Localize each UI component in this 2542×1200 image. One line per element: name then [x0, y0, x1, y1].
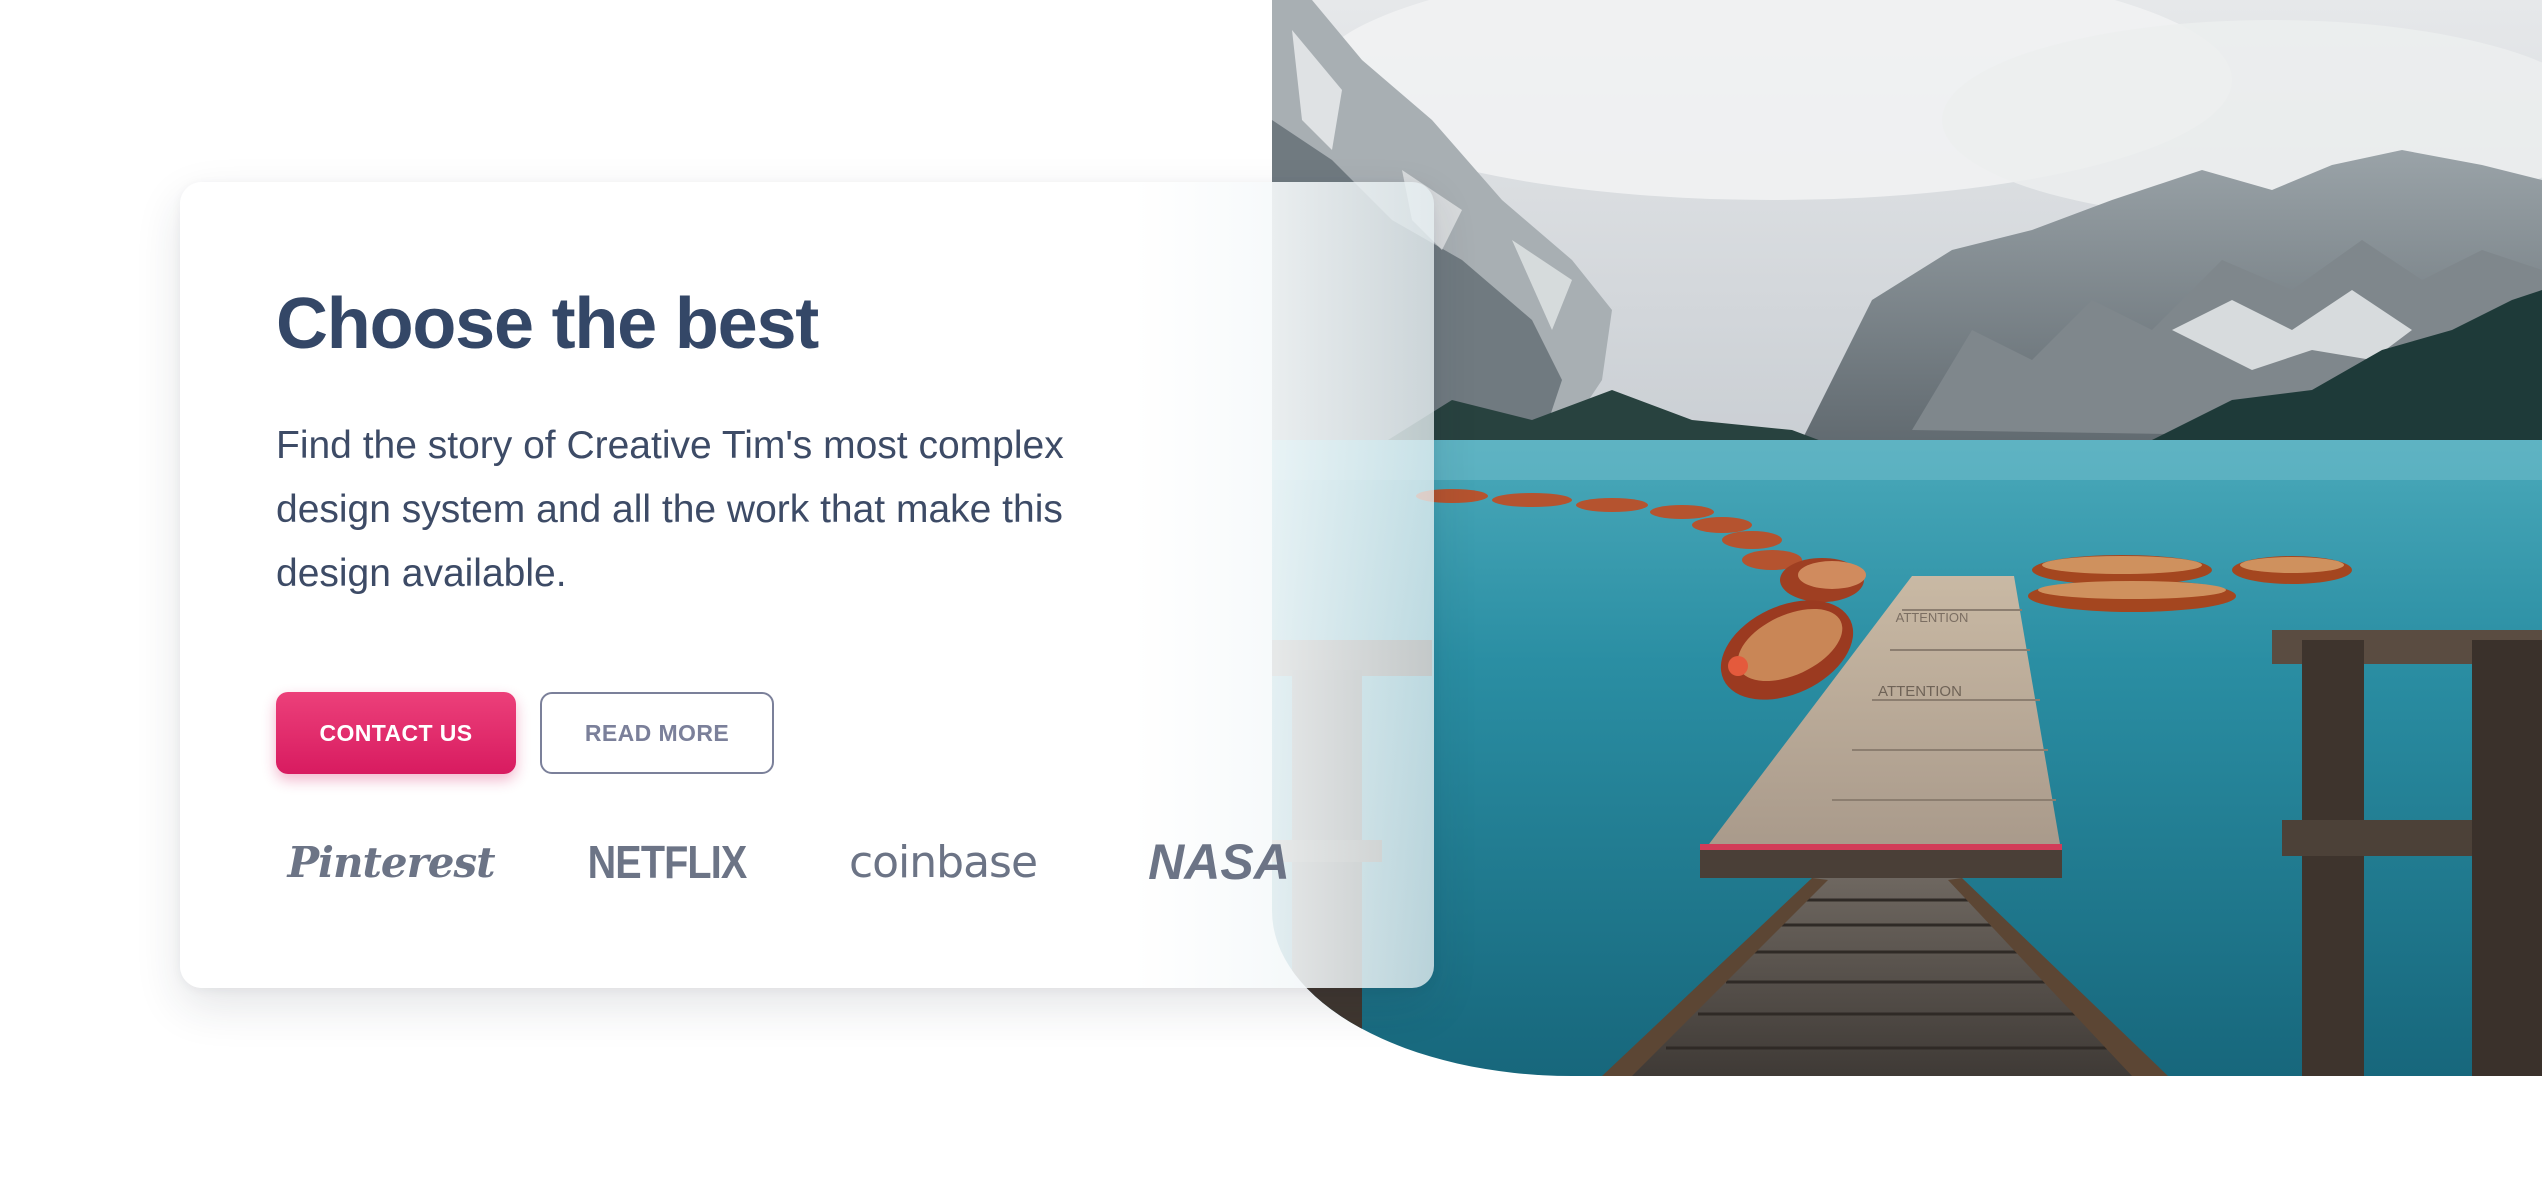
partner-logos: Pinterest NETFLIX coinbase NASA: [276, 822, 1306, 902]
page-title: Choose the best: [276, 284, 819, 364]
pinterest-logo: Pinterest: [287, 837, 495, 887]
pier-attention-text-near: ATTENTION: [1878, 683, 1962, 700]
hero-card: Choose the best Find the story of Creati…: [180, 182, 1434, 988]
contact-us-button[interactable]: CONTACT US: [276, 692, 516, 774]
hero-description: Find the story of Creative Tim's most co…: [276, 424, 1064, 595]
netflix-logo: NETFLIX: [587, 836, 748, 888]
hero-image: ATTENTION ATTENTION: [1272, 0, 2542, 1076]
page: ATTENTION ATTENTION Choose the best Find…: [0, 0, 2542, 1200]
coinbase-logo: coinbase: [848, 836, 1038, 888]
read-more-button[interactable]: READ MORE: [540, 692, 774, 774]
pier-attention-text-far: ATTENTION: [1896, 610, 1969, 625]
nasa-logo: NASA: [1148, 834, 1290, 890]
